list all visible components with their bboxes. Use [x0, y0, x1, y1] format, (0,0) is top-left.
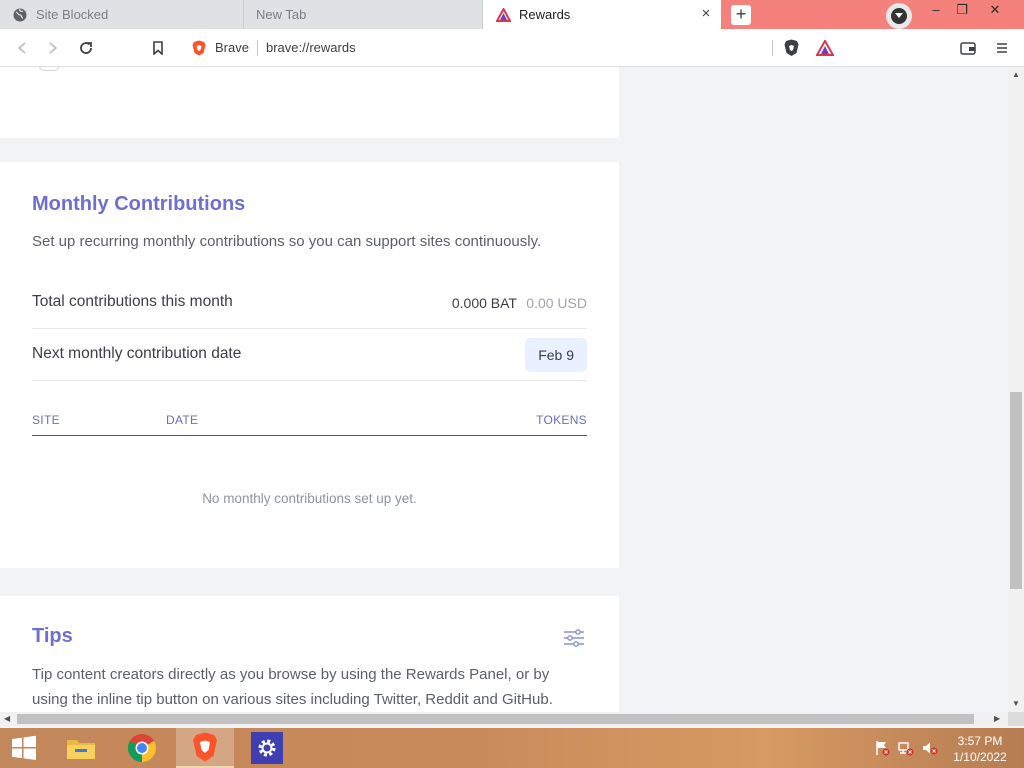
site-label: Brave: [215, 40, 249, 55]
wallet-button[interactable]: [958, 38, 978, 58]
bookmark-button[interactable]: [148, 38, 168, 58]
scrollbar-corner: [1008, 712, 1024, 726]
start-button[interactable]: [0, 728, 48, 768]
row-label: Total contributions this month: [32, 293, 233, 310]
brave-lion-icon: [191, 40, 207, 61]
sliders-icon: [564, 629, 584, 647]
back-button[interactable]: [12, 38, 32, 58]
brave-shields-button[interactable]: [781, 38, 801, 58]
horizontal-scrollbar[interactable]: ◀ ▶: [0, 712, 1008, 726]
scroll-down-icon[interactable]: ▼: [1012, 699, 1020, 708]
system-clock[interactable]: 3:57 PM 1/10/2022: [948, 733, 1012, 765]
windows-taskbar: 3:57 PM 1/10/2022: [0, 728, 1024, 768]
forward-arrow-icon: [49, 42, 58, 54]
chrome-icon: [128, 734, 156, 762]
total-contributions-row: Total contributions this month 0.000 BAT…: [32, 277, 587, 329]
tab-new-tab[interactable]: New Tab: [244, 0, 483, 29]
tab-label: New Tab: [256, 7, 307, 22]
divider: [257, 40, 258, 56]
file-explorer-taskbar-button[interactable]: [52, 728, 110, 768]
bookmark-icon: [153, 41, 163, 55]
card-description-line-2: using the inline tip button on various s…: [32, 691, 553, 708]
monthly-contributions-card: Monthly Contributions Set up recurring m…: [0, 162, 619, 568]
divider: [772, 40, 773, 56]
brave-rewards-icon: [495, 7, 511, 23]
column-header-tokens: TOKENS: [536, 413, 587, 427]
chevron-down-icon: [891, 8, 907, 24]
card-title: Monthly Contributions: [32, 193, 246, 215]
scrollbar-thumb[interactable]: [1010, 392, 1022, 589]
brave-icon: [193, 732, 217, 762]
scroll-right-icon[interactable]: ▶: [994, 714, 1000, 723]
tab-label: Rewards: [519, 7, 571, 22]
card-description-line-1: Tip content creators directly as you bro…: [32, 666, 550, 683]
chrome-taskbar-button[interactable]: [113, 728, 171, 768]
vertical-scrollbar[interactable]: ▲ ▼: [1008, 67, 1024, 712]
contributions-table-header: SITE DATE TOKENS: [32, 405, 587, 436]
clock-time: 3:57 PM: [957, 734, 1003, 748]
hamburger-menu-icon: [997, 43, 1007, 53]
toggle-switch[interactable]: [39, 67, 59, 71]
scroll-left-icon[interactable]: ◀: [4, 714, 10, 723]
card-title: Tips: [32, 625, 73, 647]
globe-icon: [12, 7, 28, 23]
main-menu-button[interactable]: [992, 38, 1012, 58]
scrollbar-thumb[interactable]: [17, 714, 974, 724]
file-explorer-icon: [67, 740, 95, 759]
settings-taskbar-button[interactable]: [238, 728, 296, 768]
tab-strip: Site Blocked New Tab Rewards × + – ❐ ✕: [0, 0, 1024, 29]
url-text[interactable]: brave://rewards: [266, 40, 356, 55]
card-description: Set up recurring monthly contributions s…: [32, 233, 542, 250]
bat-amount: 0.000 BAT: [451, 295, 517, 311]
network-icon[interactable]: [898, 740, 914, 756]
row-label: Next monthly contribution date: [32, 345, 242, 362]
address-bar[interactable]: Brave brave://rewards: [183, 34, 843, 62]
reload-icon: [80, 42, 92, 54]
next-contribution-date: Feb 9: [525, 338, 587, 372]
settings-icon: [251, 732, 283, 764]
volume-muted-icon[interactable]: [922, 740, 938, 756]
profile-menu-button[interactable]: [886, 3, 912, 29]
brave-rewards-icon: [816, 40, 834, 56]
close-icon[interactable]: ×: [699, 6, 713, 21]
column-header-site: SITE: [32, 413, 60, 427]
browser-toolbar: Brave brave://rewards: [0, 29, 1024, 67]
tips-settings-button[interactable]: [563, 629, 585, 647]
windows-logo-icon: [12, 735, 36, 760]
brave-rewards-button[interactable]: [815, 38, 835, 58]
action-center-flag-icon[interactable]: [874, 740, 890, 756]
rewards-page: Monthly Contributions Set up recurring m…: [0, 67, 1008, 712]
tab-rewards[interactable]: Rewards ×: [483, 0, 721, 29]
next-contribution-row: Next monthly contribution date Feb 9: [32, 329, 587, 381]
usd-amount: 0.00 USD: [526, 295, 587, 311]
column-header-date: DATE: [166, 413, 199, 427]
back-arrow-icon: [17, 42, 26, 54]
clock-date: 1/10/2022: [953, 750, 1007, 764]
previous-card: [0, 67, 619, 138]
close-window-button[interactable]: ✕: [980, 0, 1010, 22]
empty-table-message: No monthly contributions set up yet.: [202, 491, 417, 506]
new-tab-button[interactable]: +: [731, 5, 751, 25]
tab-label: Site Blocked: [36, 7, 109, 22]
restore-button[interactable]: ❐: [947, 0, 977, 22]
forward-button[interactable]: [43, 38, 63, 58]
reload-button[interactable]: [76, 38, 96, 58]
tips-card: Tips Tip content creators directly as yo…: [0, 596, 619, 712]
brave-taskbar-button[interactable]: [176, 728, 234, 768]
scroll-up-icon[interactable]: ▲: [1012, 70, 1020, 79]
brave-shields-icon: [784, 39, 798, 56]
tab-site-blocked[interactable]: Site Blocked: [0, 0, 244, 29]
wallet-icon: [960, 42, 976, 55]
